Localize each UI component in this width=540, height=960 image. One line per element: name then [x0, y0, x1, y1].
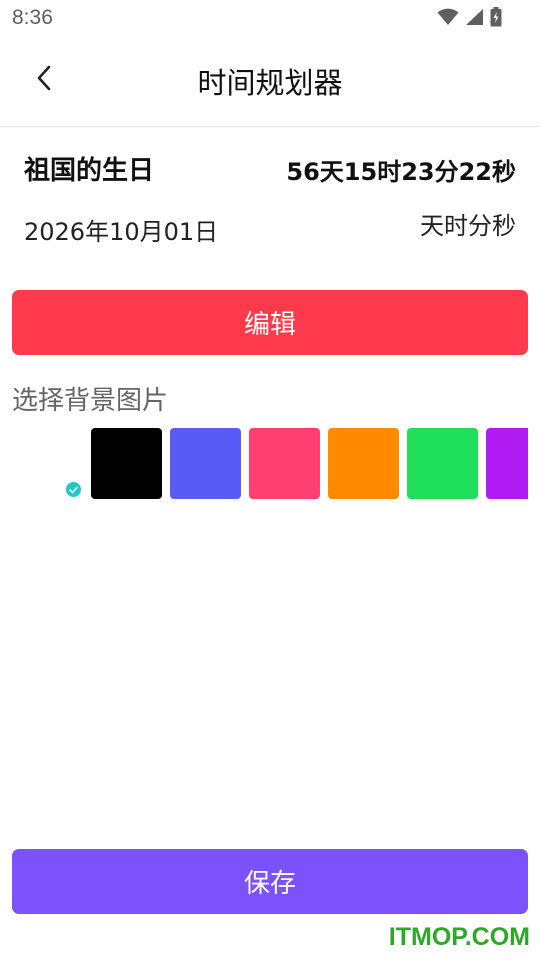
countdown-display: 56天15时23分22秒	[286, 158, 516, 186]
event-name: 祖国的生日	[24, 156, 155, 186]
swatch-blue[interactable]	[170, 428, 241, 499]
swatch-black[interactable]	[91, 428, 162, 499]
countdown-unit-label: 天时分秒	[420, 212, 516, 240]
battery-charging-icon	[490, 7, 502, 27]
app-bar: 时间规划器	[0, 38, 540, 127]
page-title: 时间规划器	[197, 66, 343, 100]
swatch-transparent[interactable]	[12, 428, 83, 499]
cell-signal-icon	[465, 8, 484, 26]
status-icons	[437, 7, 502, 27]
swatch-purple[interactable]	[486, 428, 528, 499]
site-watermark: ITMOP.COM	[388, 923, 530, 951]
swatch-orange[interactable]	[328, 428, 399, 499]
save-button[interactable]: 保存	[12, 849, 528, 914]
swatch-green[interactable]	[407, 428, 478, 499]
background-picker-label: 选择背景图片	[12, 386, 169, 416]
event-date: 2026年10月01日	[24, 218, 219, 246]
planner-screen: 8:36 时间规划器 祖国的生日 56天15时23分22秒 2026年10月01…	[0, 0, 540, 960]
edit-button[interactable]: 编辑	[12, 290, 528, 355]
background-swatch-row	[12, 428, 528, 500]
selected-check-icon	[66, 482, 81, 497]
status-time: 8:36	[12, 6, 53, 29]
wifi-icon	[437, 8, 459, 26]
swatch-pink[interactable]	[249, 428, 320, 499]
status-bar: 8:36	[0, 0, 540, 38]
